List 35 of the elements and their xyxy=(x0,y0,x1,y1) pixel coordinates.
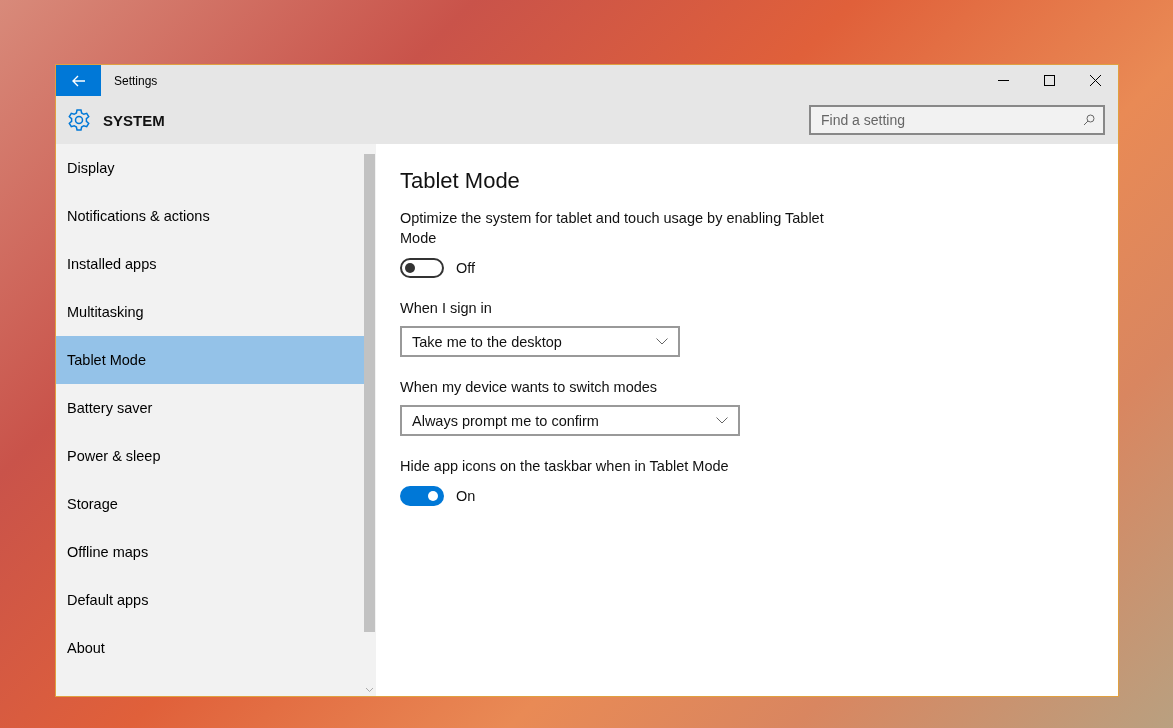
search-field[interactable]: Find a setting xyxy=(809,105,1105,135)
setting-label: Hide app icons on the taskbar when in Tablet Mode xyxy=(400,457,730,476)
chevron-down-icon xyxy=(656,338,668,345)
toggle-state-text: On xyxy=(456,488,476,504)
toggle-switch[interactable] xyxy=(400,258,444,278)
search-icon xyxy=(1083,114,1095,126)
back-button[interactable] xyxy=(56,65,101,96)
gear-icon xyxy=(67,108,91,132)
dropdown[interactable]: Always prompt me to confirm xyxy=(400,405,740,436)
sidebar-item[interactable]: Tablet Mode xyxy=(56,336,364,384)
scroll-down-icon[interactable] xyxy=(366,688,373,692)
toggle-state-text: Off xyxy=(456,260,476,276)
sidebar-item[interactable]: Installed apps xyxy=(56,240,364,288)
sidebar-item[interactable]: Notifications & actions xyxy=(56,192,364,240)
close-icon xyxy=(1089,75,1101,86)
window-title: Settings xyxy=(114,73,158,88)
section-title: SYSTEM xyxy=(103,111,165,129)
sidebar-item[interactable]: Multitasking xyxy=(56,288,364,336)
setting-label: Optimize the system for tablet and touch usage by enabling Tablet Mode xyxy=(400,209,825,248)
sidebar-item[interactable]: Power & sleep xyxy=(56,432,364,480)
sidebar-item[interactable]: Default apps xyxy=(56,576,364,624)
setting-label: When my device wants to switch modes xyxy=(400,378,659,397)
maximize-icon xyxy=(1043,75,1055,86)
back-arrow-icon xyxy=(71,74,86,87)
setting-label: When I sign in xyxy=(400,299,493,318)
page-title: Tablet Mode xyxy=(400,168,521,194)
sidebar-item[interactable]: Offline maps xyxy=(56,528,364,576)
chevron-down-icon xyxy=(716,417,728,424)
sidebar-item[interactable]: Storage xyxy=(56,480,364,528)
toggle-switch[interactable] xyxy=(400,486,444,506)
sidebar-item[interactable]: About xyxy=(56,624,364,672)
dropdown[interactable]: Take me to the desktop xyxy=(400,326,680,357)
sidebar-item[interactable]: Battery saver xyxy=(56,384,364,432)
sidebar-item[interactable]: Display xyxy=(56,144,364,192)
scrollbar-thumb[interactable] xyxy=(364,154,375,632)
